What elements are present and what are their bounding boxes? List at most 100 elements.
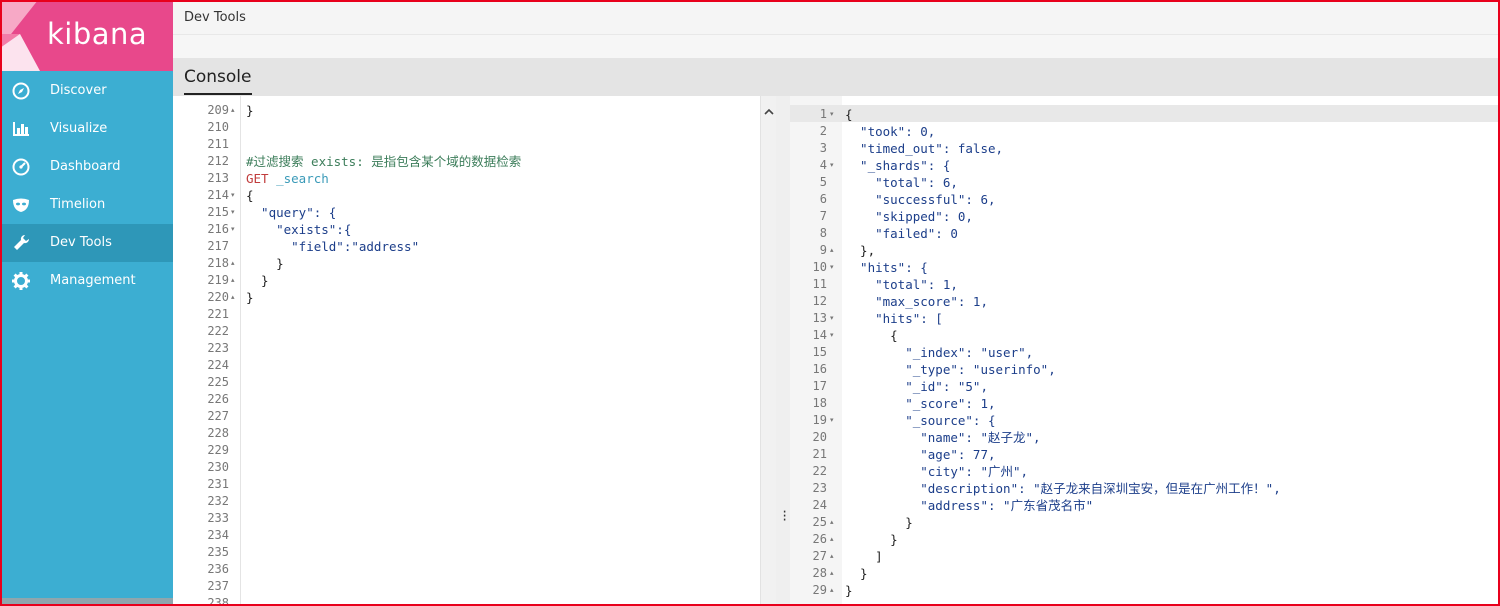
line-number: 230 <box>207 460 229 474</box>
code-line: "age": 77, <box>845 447 996 462</box>
sidebar-item-dev-tools[interactable]: Dev Tools <box>0 224 173 262</box>
line-number: 8 <box>819 226 827 240</box>
line-number: 235 <box>207 545 229 559</box>
page-title: Dev Tools <box>184 10 246 25</box>
line-number: 222 <box>207 324 229 338</box>
pane-resize-handle[interactable]: · · · <box>776 96 790 606</box>
line-number: 29 <box>812 583 827 597</box>
line-number: 218 <box>207 256 229 270</box>
fold-toggle-icon[interactable]: ▾ <box>830 310 834 327</box>
sidebar-item-timelion[interactable]: Timelion <box>0 186 173 224</box>
sidebar-item-management[interactable]: Management <box>0 262 173 300</box>
code-line: "address": "广东省茂名市" <box>845 498 1094 513</box>
unfold-toggle-icon[interactable]: ▴ <box>830 565 834 582</box>
unfold-toggle-icon[interactable]: ▴ <box>231 255 235 272</box>
line-number: 5 <box>819 175 827 189</box>
request-editor[interactable]: 209 ▴} 210 211 212 #过滤搜索 exists: 是指包含某个域的数据检索… <box>173 96 776 606</box>
code-line: "_source": { <box>845 413 996 428</box>
sidebar-item-visualize[interactable]: Visualize <box>0 110 173 148</box>
line-number: 224 <box>207 358 229 372</box>
code-line: "max_score": 1, <box>845 294 988 309</box>
kibana-logo[interactable]: kibana <box>0 0 173 71</box>
code-line: } <box>246 256 284 271</box>
code-line: "_type": "userinfo", <box>845 362 1056 377</box>
code-line: "query": { <box>246 205 337 220</box>
line-number: 11 <box>812 277 827 291</box>
fold-toggle-icon[interactable]: ▾ <box>830 412 834 429</box>
line-number: 26 <box>812 532 827 546</box>
fold-toggle-icon[interactable]: ▾ <box>231 187 235 204</box>
sidebar-item-discover[interactable]: Discover <box>0 72 173 110</box>
tab-console[interactable]: Console <box>184 67 252 95</box>
sidebar-item-dashboard[interactable]: Dashboard <box>0 148 173 186</box>
code-line: { <box>845 328 898 343</box>
code-line: "_index": "user", <box>845 345 1034 360</box>
line-number: 13 <box>812 311 827 325</box>
code-line: "successful": 6, <box>845 192 996 207</box>
line-number: 238 <box>207 596 229 606</box>
code-line: "name": "赵子龙", <box>845 430 1041 445</box>
wrench-icon <box>14 234 30 250</box>
line-number: 4 <box>819 158 827 172</box>
line-number: 225 <box>207 375 229 389</box>
line-number: 210 <box>207 120 229 134</box>
sidebar-item-label: Visualize <box>50 121 108 136</box>
sidebar-item-label: Timelion <box>50 197 106 212</box>
line-number: 12 <box>812 294 827 308</box>
http-method: GET <box>246 171 269 186</box>
unfold-toggle-icon[interactable]: ▴ <box>830 548 834 565</box>
code-line: { <box>246 188 254 203</box>
unfold-toggle-icon[interactable]: ▴ <box>830 242 834 259</box>
code-line: } <box>246 290 254 305</box>
line-number: 237 <box>207 579 229 593</box>
sidebar-item-label: Dev Tools <box>50 235 112 250</box>
fold-toggle-icon[interactable]: ▾ <box>830 106 834 123</box>
sidebar-nav: Discover Visualize Dashboard Timelion De… <box>0 72 173 300</box>
line-number: 3 <box>819 141 827 155</box>
unfold-toggle-icon[interactable]: ▴ <box>830 582 834 599</box>
line-number: 18 <box>812 396 827 410</box>
code-line: } <box>845 566 868 581</box>
code-line: "skipped": 0, <box>845 209 973 224</box>
unfold-toggle-icon[interactable]: ▴ <box>830 514 834 531</box>
line-number: 227 <box>207 409 229 423</box>
unfold-toggle-icon[interactable]: ▴ <box>231 272 235 289</box>
compass-icon <box>12 82 30 100</box>
logo-text: kibana <box>47 17 148 51</box>
unfold-toggle-icon[interactable]: ▴ <box>830 531 834 548</box>
fold-toggle-icon[interactable]: ▾ <box>830 259 834 276</box>
sidebar: kibana Discover Visualize Dashboard Time… <box>0 0 173 606</box>
line-number: 214 <box>207 188 229 202</box>
line-number: 2 <box>819 124 827 138</box>
request-path: _search <box>268 171 329 186</box>
fold-toggle-icon[interactable]: ▾ <box>231 221 235 238</box>
code-line: "hits": [ <box>845 311 943 326</box>
line-number: 16 <box>812 362 827 376</box>
code-line: "exists":{ <box>246 222 352 237</box>
line-number: 24 <box>812 498 827 512</box>
chevron-up-icon[interactable] <box>763 106 775 118</box>
line-number: 221 <box>207 307 229 321</box>
header-spacer <box>173 35 1500 58</box>
line-number: 15 <box>812 345 827 359</box>
line-number: 220 <box>207 290 229 304</box>
fold-toggle-icon[interactable]: ▾ <box>830 157 834 174</box>
line-number: 215 <box>207 205 229 219</box>
sidebar-item-label: Management <box>50 273 136 288</box>
code-line: ] <box>845 549 883 564</box>
fold-toggle-icon[interactable]: ▾ <box>830 327 834 344</box>
unfold-toggle-icon[interactable]: ▴ <box>231 289 235 306</box>
line-number: 212 <box>207 154 229 168</box>
tab-bar: Console <box>173 58 1500 96</box>
line-number: 10 <box>812 260 827 274</box>
request-editor-scrollbar[interactable] <box>760 96 776 606</box>
unfold-toggle-icon[interactable]: ▴ <box>231 102 235 119</box>
fold-toggle-icon[interactable]: ▾ <box>231 204 235 221</box>
code-line: "city": "广州", <box>845 464 1029 479</box>
code-line: "total": 1, <box>845 277 958 292</box>
drag-handle-icon: · · · <box>781 505 789 527</box>
top-bar: Dev Tools <box>173 0 1500 35</box>
sidebar-item-label: Dashboard <box>50 159 121 174</box>
response-editor[interactable]: 1 ▾{2 "took": 0, 3 "timed_out": false, 4 ▾ "… <box>790 96 1500 606</box>
code-line: "hits": { <box>845 260 928 275</box>
